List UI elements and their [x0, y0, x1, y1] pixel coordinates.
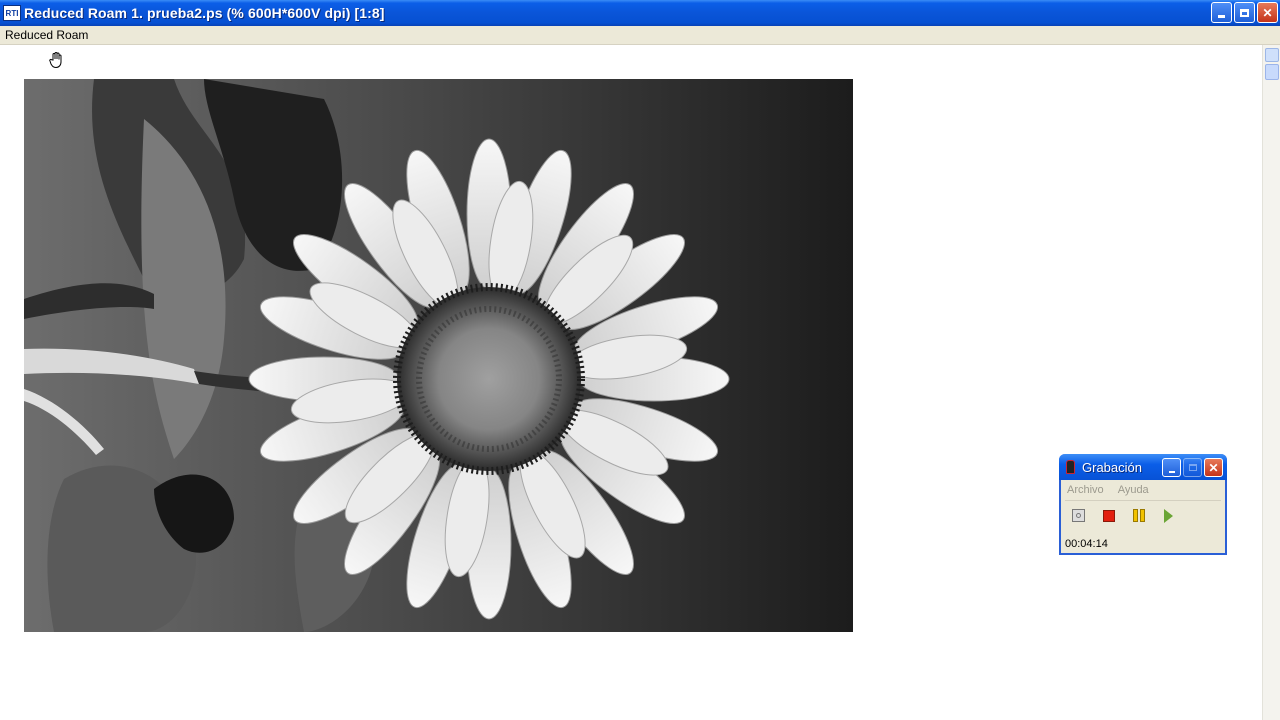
pause-icon [1132, 509, 1145, 522]
hand-pan-icon [49, 52, 62, 69]
window-controls: ✕ [1211, 2, 1278, 23]
close-icon: ✕ [1262, 5, 1273, 20]
record-button[interactable] [1069, 506, 1088, 525]
pause-button[interactable] [1129, 506, 1148, 525]
recorder-toolbar [1069, 506, 1178, 525]
recorder-window-controls: ✕ [1162, 458, 1223, 477]
restore-icon [1240, 8, 1249, 17]
recorder-maximize-button [1183, 458, 1202, 477]
maximize-icon [1188, 464, 1197, 471]
minimize-icon [1218, 15, 1225, 18]
sunflower-image [24, 79, 853, 632]
vertical-scrollbar[interactable] [1262, 45, 1280, 720]
menu-bar: Reduced Roam [0, 26, 1280, 45]
recorder-divider [1065, 500, 1221, 501]
record-icon [1072, 509, 1085, 522]
stop-button[interactable] [1099, 506, 1118, 525]
stop-icon [1102, 509, 1115, 522]
scroll-thumb[interactable] [1265, 64, 1279, 80]
close-icon: ✕ [1208, 460, 1219, 475]
recorder-window[interactable]: Grabación ✕ Archivo Ayuda 00:04:14 [1059, 454, 1227, 555]
recorder-menu-archivo[interactable]: Archivo [1067, 484, 1104, 496]
minimize-icon [1168, 470, 1175, 473]
main-titlebar[interactable]: RTI Reduced Roam 1. prueba2.ps (% 600H*6… [0, 0, 1280, 26]
window-title: Reduced Roam 1. prueba2.ps (% 600H*600V … [24, 5, 385, 21]
recorder-menu-ayuda[interactable]: Ayuda [1118, 484, 1149, 496]
play-button[interactable] [1159, 506, 1178, 525]
recorder-close-button[interactable]: ✕ [1204, 458, 1223, 477]
restore-button[interactable] [1234, 2, 1255, 23]
recorder-titlebar[interactable]: Grabación ✕ [1059, 454, 1227, 480]
image-view[interactable] [24, 79, 853, 632]
recorder-app-icon [1066, 460, 1075, 474]
scroll-up-button[interactable] [1265, 48, 1279, 62]
recorder-elapsed-time: 00:04:14 [1065, 538, 1108, 550]
minimize-button[interactable] [1211, 2, 1232, 23]
menu-reduced-roam[interactable]: Reduced Roam [5, 28, 88, 42]
recorder-menubar: Archivo Ayuda [1067, 484, 1149, 496]
play-icon [1164, 508, 1173, 523]
recorder-title: Grabación [1082, 459, 1142, 475]
close-button[interactable]: ✕ [1257, 2, 1278, 23]
recorder-minimize-button[interactable] [1162, 458, 1181, 477]
app-icon[interactable]: RTI [3, 5, 21, 21]
